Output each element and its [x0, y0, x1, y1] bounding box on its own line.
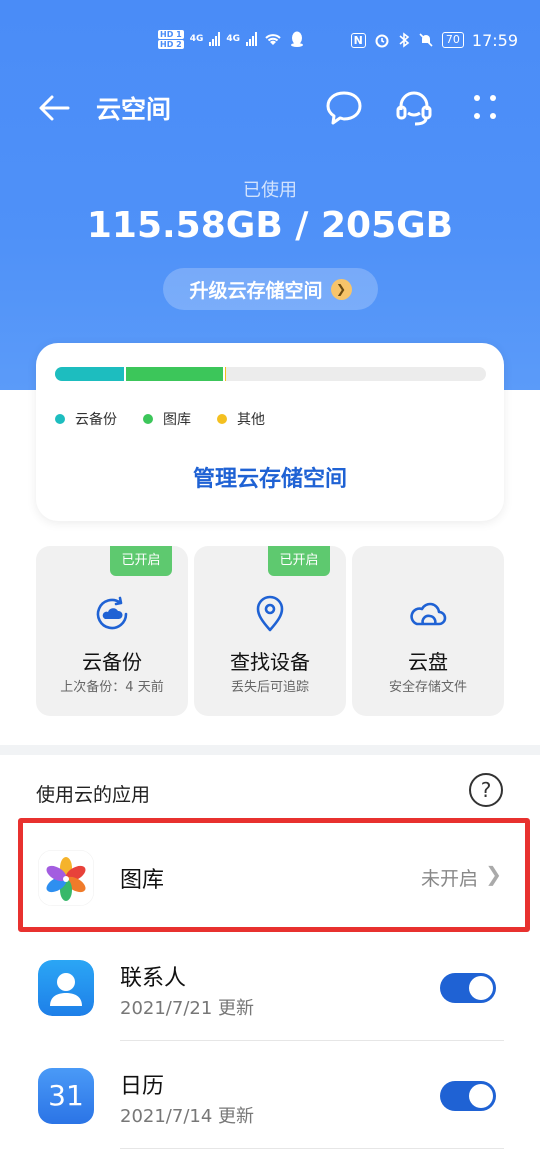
- cloud-backup-icon: [96, 596, 128, 630]
- status-badge: 已开启: [110, 546, 172, 576]
- hd2-badge: HD 2: [158, 39, 184, 49]
- app-row-contacts[interactable]: 联系人 2021/7/21 更新: [0, 960, 540, 1020]
- app-name: 日历: [120, 1074, 165, 1099]
- storage-card: 云备份 图库 其他 管理云存储空间: [36, 343, 504, 521]
- upgrade-label: 升级云存储空间: [189, 279, 323, 302]
- nav-bar: 云空间: [0, 80, 540, 136]
- app-name: 联系人: [120, 966, 187, 991]
- toggle-knob: [469, 976, 493, 1000]
- network-type-1: 4G: [189, 34, 204, 44]
- section-title: 使用云的应用: [36, 784, 151, 806]
- more-icon[interactable]: [464, 86, 508, 130]
- upgrade-storage-button[interactable]: 升级云存储空间 ❯: [163, 268, 378, 310]
- battery-icon: 70: [441, 32, 464, 48]
- cloud-drive-icon: [410, 602, 447, 626]
- tile-subtitle: 上次备份：4 天前: [60, 680, 164, 695]
- app-row-calendar[interactable]: 31 日历 2021/7/14 更新: [0, 1068, 540, 1128]
- legend-dot: [55, 414, 65, 424]
- tile-name: 查找设备: [230, 650, 310, 674]
- status-right: N 70 17:59: [350, 28, 518, 52]
- apps-section: 使用云的应用 ? 图库 未开启 ❯ 联系人 2021/7/21 更新 31 日历…: [0, 755, 540, 1170]
- legend-label: 图库: [163, 412, 191, 428]
- highlight-box: [18, 818, 530, 932]
- help-icon[interactable]: ?: [469, 773, 503, 807]
- hd1-badge: HD 1: [158, 29, 184, 39]
- location-pin-icon: [256, 595, 284, 632]
- qq-icon: [291, 31, 303, 47]
- alarm-icon: [375, 34, 389, 48]
- nfc-icon: N: [350, 32, 366, 48]
- mute-icon: [419, 33, 433, 47]
- toggle-knob: [469, 1084, 493, 1108]
- storage-legend: 云备份 图库 其他: [55, 409, 265, 429]
- usage-segment: [223, 367, 226, 381]
- clock: 17:59: [471, 30, 518, 50]
- app-updated: 2021/7/14 更新: [120, 1106, 255, 1127]
- usage-segment: [123, 367, 224, 381]
- legend-item-backup: 云备份: [55, 409, 117, 429]
- storage-usage-bar: [55, 367, 486, 381]
- legend-dot: [143, 414, 153, 424]
- back-arrow-icon[interactable]: [34, 88, 74, 128]
- usage-segment: [55, 367, 124, 381]
- divider: [120, 1148, 504, 1149]
- tile-subtitle: 丢失后可追踪: [230, 680, 309, 695]
- legend-label: 其他: [237, 412, 265, 428]
- tile-cloud-drive[interactable]: 云盘 安全存储文件: [352, 546, 504, 716]
- divider: [120, 1040, 504, 1041]
- signal-1-icon: [209, 32, 221, 46]
- legend-item-other: 其他: [217, 409, 265, 429]
- message-icon[interactable]: [322, 86, 366, 130]
- bluetooth-icon: [399, 32, 410, 48]
- sync-toggle[interactable]: [440, 1081, 496, 1111]
- customer-service-icon[interactable]: [392, 86, 436, 130]
- used-value: 115.58GB / 205GB: [86, 205, 454, 246]
- tile-find-device[interactable]: 已开启 查找设备 丢失后可追踪: [194, 546, 346, 716]
- wifi-icon: [265, 34, 281, 45]
- legend-label: 云备份: [75, 412, 117, 428]
- network-type-2: 4G: [226, 34, 240, 44]
- chevron-right-icon: ❯: [330, 278, 352, 300]
- legend-dot: [217, 414, 227, 424]
- manage-storage-link[interactable]: 管理云存储空间: [36, 461, 504, 493]
- tile-name: 云备份: [82, 650, 142, 674]
- calendar-icon: 31: [38, 1068, 94, 1124]
- app-updated: 2021/7/21 更新: [120, 998, 255, 1019]
- status-left: HD 1 HD 2 4G 4G: [158, 24, 305, 54]
- status-bar: HD 1 HD 2 4G 4G N 70 17:59: [0, 0, 540, 80]
- legend-item-gallery: 图库: [143, 409, 191, 429]
- used-label: 已使用: [243, 180, 297, 201]
- status-badge: 已开启: [268, 546, 330, 576]
- contacts-icon: [38, 960, 94, 1016]
- hd-badges: HD 1 HD 2: [158, 29, 184, 49]
- tile-subtitle: 安全存储文件: [388, 680, 467, 695]
- signal-2-icon: [246, 32, 257, 46]
- tile-cloud-backup[interactable]: 已开启 云备份 上次备份：4 天前: [36, 546, 188, 716]
- tile-name: 云盘: [408, 650, 448, 674]
- page-title: 云空间: [96, 95, 172, 124]
- sync-toggle[interactable]: [440, 973, 496, 1003]
